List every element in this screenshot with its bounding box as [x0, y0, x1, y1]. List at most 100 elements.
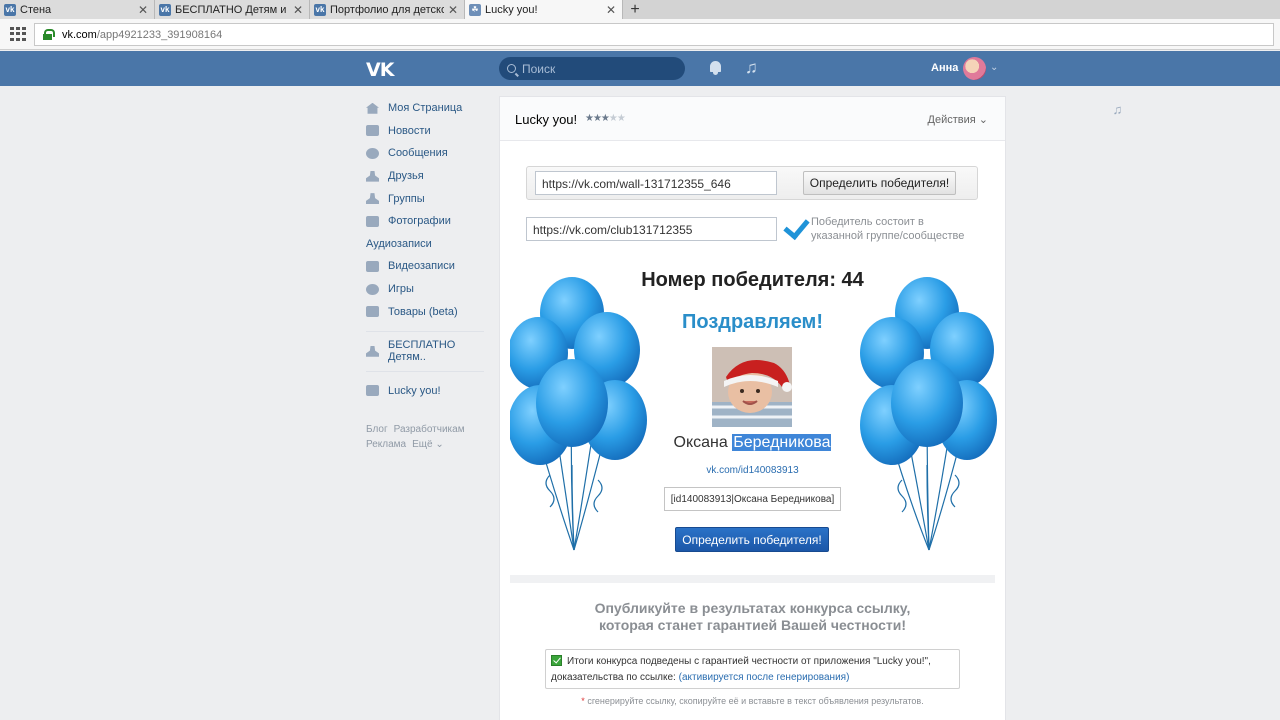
menu-label: Товары (beta) [388, 305, 458, 318]
vk-logo[interactable]: VK [366, 59, 394, 81]
address-bar: vk.com/app4921233_391908164 [0, 19, 1280, 50]
winner-code-field[interactable]: [id140083913|Оксана Бередникова] [664, 487, 841, 511]
group-note-line2: указанной группе/сообществе [811, 230, 965, 242]
publish-line1: Опубликуйте в результатах конкурса ссылк… [594, 600, 911, 616]
menu-label: Фотографии [388, 215, 451, 228]
menu-item-group[interactable]: БЕСПЛАТНО Детям.. [366, 339, 496, 364]
app-icon: ☘ [469, 3, 481, 16]
publish-line2: которая станет гарантией Вашей честности… [599, 617, 906, 633]
app-card: Lucky you! ★★★★★ Действия ⌄ https://vk.c… [500, 97, 1005, 720]
actions-dropdown[interactable]: Действия ⌄ [928, 113, 988, 126]
music-note-icon[interactable]: ♫ [745, 58, 758, 78]
app-title: Lucky you! [515, 112, 578, 127]
congrats-heading: Поздравляем! [681, 311, 824, 333]
group-url-input[interactable]: https://vk.com/club131712355 [526, 217, 777, 241]
winner-name[interactable]: Оксана Бередникова [500, 434, 1005, 452]
winner-number: Номер победителя: 44 [641, 269, 864, 291]
proof-text: Итоги конкурса подведены с гарантией чес… [567, 656, 931, 667]
proof-box: Итоги конкурса подведены с гарантией чес… [545, 649, 960, 689]
footer-links: Блог Разработчикам Реклама Ещё ⌄ [366, 422, 496, 452]
close-icon[interactable]: ✕ [138, 3, 148, 17]
post-url-input[interactable]: https://vk.com/wall-131712355_646 [535, 171, 777, 195]
close-icon[interactable]: ✕ [606, 3, 616, 17]
rating-stars: ★★★★★ [585, 113, 626, 124]
menu-item-friends[interactable]: Друзья [366, 165, 496, 188]
menu-label: БЕСПЛАТНО Детям.. [388, 339, 456, 364]
gamepad-icon [366, 283, 379, 295]
close-icon[interactable]: ✕ [448, 3, 458, 17]
publish-heading: Опубликуйте в результатах конкурса ссылк… [500, 600, 1005, 634]
menu-item-my-page[interactable]: Моя Страница [366, 97, 496, 120]
bell-icon[interactable] [709, 61, 722, 75]
menu-item-groups[interactable]: Группы [366, 187, 496, 210]
winner-first-name: Оксана [673, 434, 728, 451]
camera-icon [366, 215, 379, 227]
footer-link-ads[interactable]: Реклама [366, 439, 406, 450]
winner-photo[interactable] [712, 347, 792, 427]
menu-item-news[interactable]: Новости [366, 120, 496, 143]
menu-item-messages[interactable]: Сообщения [366, 142, 496, 165]
groups-icon [366, 345, 379, 357]
messages-icon [366, 147, 379, 159]
menu-label: Игры [388, 283, 414, 296]
browser-tab-4[interactable]: ☘ Lucky you! ✕ [465, 0, 623, 19]
menu-label: Аудиозаписи [366, 237, 432, 250]
browser-tab-2[interactable]: vk БЕСПЛАТНО Детям и ро… ✕ [155, 0, 310, 19]
determine-winner-button-primary[interactable]: Определить победителя! [675, 527, 829, 552]
footer-link-blog[interactable]: Блог [366, 424, 388, 435]
vk-icon: vk [159, 3, 171, 16]
winner-profile-link[interactable]: vk.com/id140083913 [500, 465, 1005, 476]
menu-item-app[interactable]: Lucky you! [366, 380, 496, 403]
search-input[interactable]: Поиск [499, 57, 685, 80]
music-icon: ♫ [1112, 102, 1123, 117]
checkmark-icon[interactable] [780, 217, 806, 241]
user-name[interactable]: Анна [931, 62, 958, 74]
vk-header: VK Поиск ♫ Анна ⌄ [0, 51, 1280, 86]
checkbox-checked-icon[interactable] [551, 655, 562, 666]
menu-label: Сообщения [388, 147, 448, 160]
proof-link[interactable]: (активируется после генерирования) [679, 672, 850, 683]
winner-last-name: Бередникова [732, 434, 832, 451]
groups-icon [366, 193, 379, 205]
vk-icon: vk [314, 3, 326, 16]
menu-divider [366, 330, 484, 332]
browser-tab-1[interactable]: vk Стена ✕ [0, 0, 155, 19]
app-grid-icon [366, 385, 379, 397]
proof-text-2: доказательства по ссылке: [551, 672, 676, 683]
url-field[interactable]: vk.com/app4921233_391908164 [34, 23, 1274, 46]
bag-icon [366, 306, 379, 318]
close-icon[interactable]: ✕ [293, 3, 303, 17]
video-icon [366, 260, 379, 272]
tab-title: Портфолио для детского [330, 3, 444, 16]
menu-item-games[interactable]: Игры [366, 278, 496, 301]
new-tab-button[interactable]: + [623, 0, 647, 19]
browser-tab-3[interactable]: vk Портфолио для детского ✕ [310, 0, 465, 19]
menu-label: Группы [388, 192, 425, 205]
tab-title: Стена [20, 3, 52, 16]
lock-icon [43, 29, 55, 40]
menu-label: Моя Страница [388, 102, 463, 115]
search-placeholder: Поиск [522, 61, 556, 76]
footer-link-more[interactable]: Ещё ⌄ [412, 439, 444, 450]
vk-icon: vk [4, 3, 16, 16]
url-path: /app4921233_391908164 [96, 28, 223, 41]
menu-item-audio[interactable]: ♫ Аудиозаписи [366, 102, 1122, 256]
chevron-down-icon[interactable]: ⌄ [990, 62, 998, 73]
friend-icon [366, 170, 379, 182]
menu-label: Друзья [388, 170, 424, 183]
footer-link-dev[interactable]: Разработчикам [394, 424, 465, 435]
menu-item-video[interactable]: Видеозаписи [366, 255, 496, 278]
avatar[interactable] [963, 57, 986, 80]
tab-title: Lucky you! [485, 3, 538, 16]
search-icon [507, 64, 516, 73]
left-menu: Моя Страница Новости Сообщения Друзья Гр… [366, 97, 1122, 452]
determine-winner-button[interactable]: Определить победителя! [803, 171, 956, 195]
generate-hint: * сгенерируйте ссылку, скопируйте её и в… [500, 696, 1005, 706]
menu-item-photos[interactable]: Фотографии [366, 210, 496, 233]
menu-item-goods[interactable]: Товары (beta) [366, 300, 496, 323]
home-icon [366, 102, 379, 114]
group-note-line1: Победитель состоит в [811, 216, 924, 228]
news-icon [366, 125, 379, 137]
browser-tabstrip: vk Стена ✕ vk БЕСПЛАТНО Детям и ро… ✕ vk… [0, 0, 1280, 19]
apps-grid-icon[interactable] [10, 27, 26, 41]
